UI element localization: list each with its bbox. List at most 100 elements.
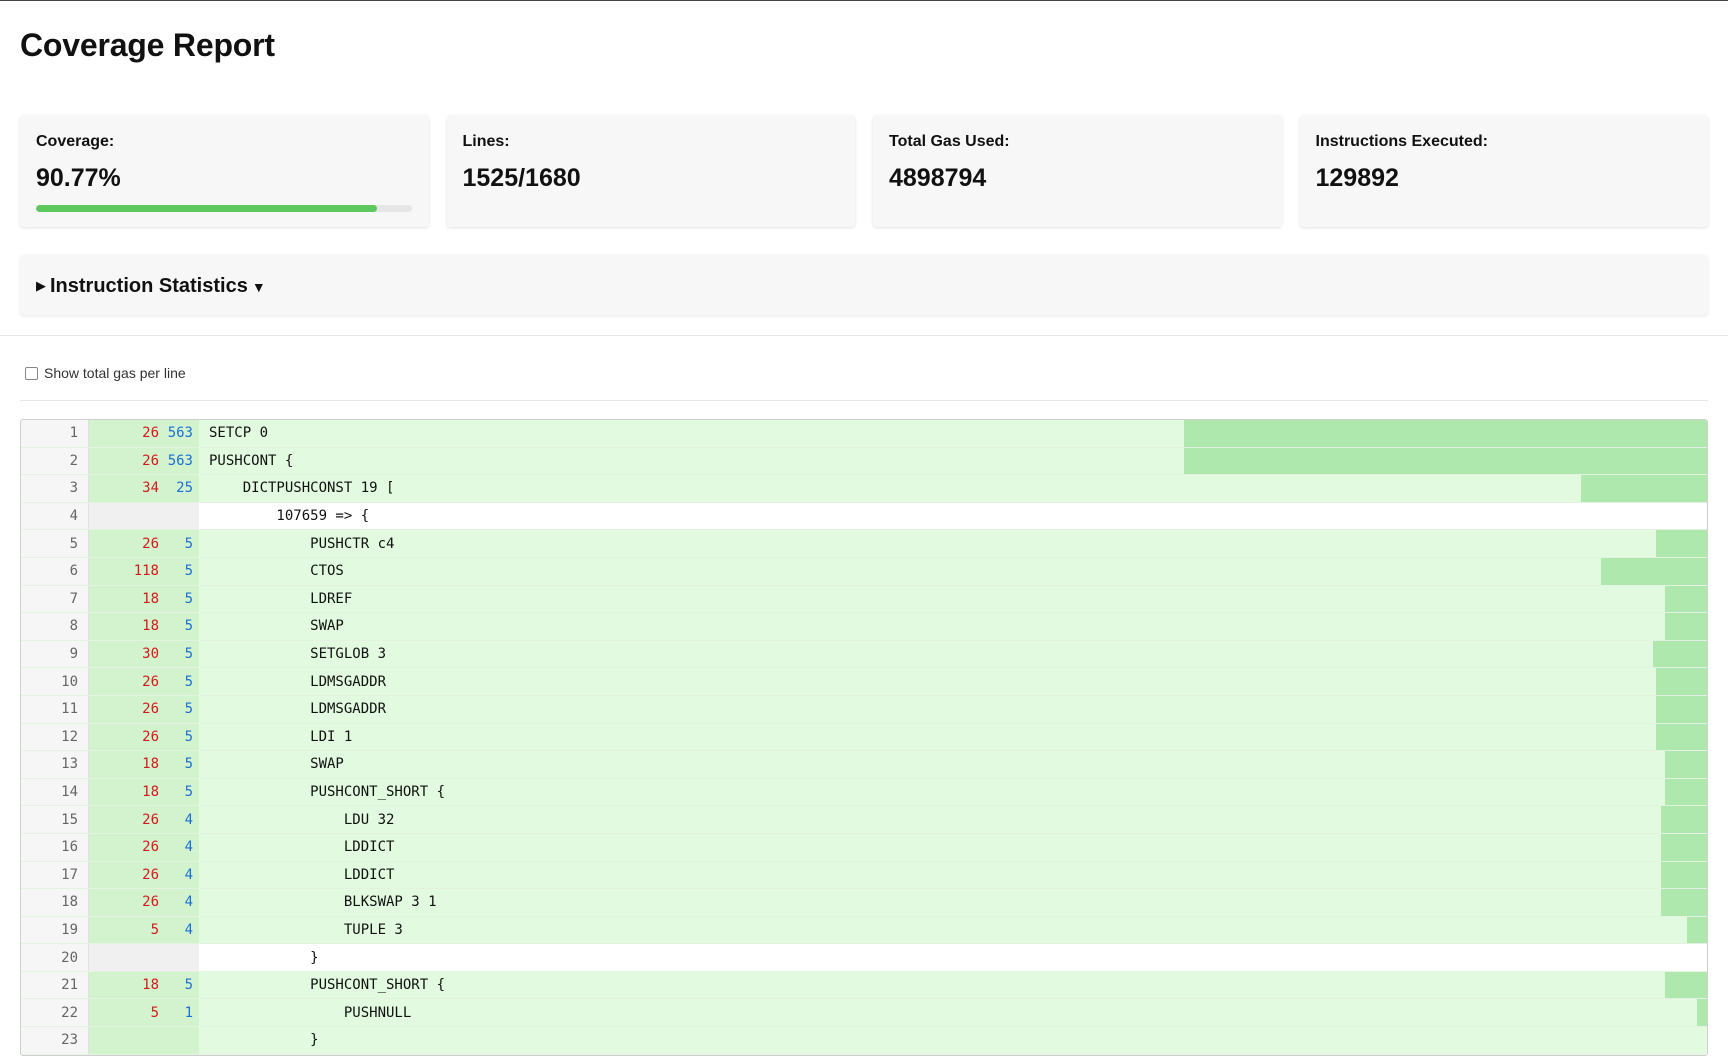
instructions-label: Instructions Executed: xyxy=(1315,133,1488,150)
lines-label: Lines: xyxy=(462,133,510,150)
coverage-progress-bar xyxy=(36,205,412,212)
code-line-row: 21 18 5 PUSHCONT_SHORT { xyxy=(21,971,1707,1000)
line-source: LDREF xyxy=(209,590,353,607)
line-gas: 26 xyxy=(142,728,159,745)
line-metrics: 26 4 xyxy=(89,861,199,889)
line-source: } xyxy=(209,1032,319,1049)
line-number: 4 xyxy=(21,502,89,530)
line-number: 13 xyxy=(21,751,89,778)
code-line-row: 1 26 563 SETCP 0 xyxy=(21,420,1707,448)
line-number: 22 xyxy=(21,999,89,1027)
line-hits: 5 xyxy=(184,977,193,994)
line-source: } xyxy=(209,949,319,966)
line-gas: 26 xyxy=(142,866,159,883)
code-line-row: 15 26 4 LDU 32 xyxy=(21,806,1707,834)
line-number: 5 xyxy=(21,530,89,557)
line-hits: 4 xyxy=(184,839,193,856)
line-metrics: 51 xyxy=(89,999,199,1027)
line-source: PUSHCONT_SHORT { xyxy=(209,977,446,994)
line-number: 12 xyxy=(21,723,89,751)
line-number: 3 xyxy=(21,475,89,502)
code-line-row: 10 26 5 LDMSGADDR xyxy=(21,668,1707,696)
line-gas: 18 xyxy=(142,977,159,994)
line-source: LDMSGADDR xyxy=(209,673,387,690)
line-hits: 5 xyxy=(184,701,193,718)
line-number: 20 xyxy=(21,944,89,971)
line-hits: 4 xyxy=(184,921,193,938)
line-hits: 5 xyxy=(184,618,193,635)
line-gas: 34 xyxy=(142,480,159,497)
line-number: 2 xyxy=(21,447,89,475)
line-hits: 25 xyxy=(176,480,193,497)
line-hits: 563 xyxy=(167,452,193,469)
line-source: 107659 => { xyxy=(209,508,370,525)
show-total-gas-checkbox[interactable] xyxy=(25,366,38,380)
line-metrics: 26 4 xyxy=(89,889,199,916)
page-title: Coverage Report xyxy=(20,27,275,63)
line-metrics: 26 5 xyxy=(89,668,199,695)
line-source: LDDICT xyxy=(209,839,395,856)
lines-card: Lines: 1525/1680 xyxy=(446,115,855,227)
code-line-row: 4 107659 => { xyxy=(21,502,1707,531)
line-hits: 5 xyxy=(184,646,193,663)
line-number: 10 xyxy=(21,668,89,695)
line-number: 16 xyxy=(21,833,89,861)
caret-down-icon: ▼ xyxy=(251,279,266,295)
code-listing: 1 26 563 SETCP 0 2 26 563 PUSHCONT {3 34 25 DICTP… xyxy=(20,419,1708,1056)
line-hits: 5 xyxy=(184,756,193,773)
line-metrics: 18 5 xyxy=(89,585,199,613)
gas-value: 4898794 xyxy=(889,164,987,192)
line-gas: 18 xyxy=(142,784,159,801)
show-total-gas-option[interactable]: Show total gas per line xyxy=(20,362,1708,384)
line-source: PUSHCONT { xyxy=(209,452,294,469)
line-source: SETGLOB 3 xyxy=(209,646,387,663)
line-source: BLKSWAP 3 1 xyxy=(209,894,437,911)
line-metrics: 26 4 xyxy=(89,833,199,861)
line-number: 14 xyxy=(21,778,89,806)
line-number: 11 xyxy=(21,695,89,723)
coverage-card: Coverage: 90.77% xyxy=(20,115,429,227)
line-number: 17 xyxy=(21,861,89,889)
instructions-value: 129892 xyxy=(1315,164,1399,192)
line-source: LDDICT xyxy=(209,866,395,883)
stats-cards: Coverage: 90.77% Lines: 1525/1680 Total … xyxy=(20,115,1708,227)
line-hits: 5 xyxy=(184,673,193,690)
line-number: 15 xyxy=(21,806,89,833)
code-line-row: 9 30 5 SETGLOB 3 xyxy=(21,640,1707,669)
line-gas: 5 xyxy=(150,921,159,938)
code-line-row: 23 } xyxy=(21,1027,1707,1055)
instruction-statistics-toggle[interactable]: ▶ Instruction Statistics ▼ xyxy=(20,255,1708,315)
line-metrics: 18 5 xyxy=(89,971,199,999)
line-hits: 5 xyxy=(184,590,193,607)
line-metrics: 18 5 xyxy=(89,778,199,806)
line-source: SWAP xyxy=(209,756,344,773)
line-gas: 26 xyxy=(142,535,159,552)
line-source: DICTPUSHCONST 19 [ xyxy=(209,480,395,497)
line-source: LDU 32 xyxy=(209,811,395,828)
gas-card: Total Gas Used: 4898794 xyxy=(873,115,1282,227)
line-gas: 5 xyxy=(150,1004,159,1021)
code-line-row: 16 26 4 LDDICT xyxy=(21,833,1707,862)
line-source: LDI 1 xyxy=(209,728,353,745)
code-line-row: 14 18 5 PUSHCONT_SHORT { xyxy=(21,778,1707,807)
line-hits: 563 xyxy=(167,425,193,442)
code-line-row: 8 18 5 SWAP xyxy=(21,613,1707,641)
line-hits: 5 xyxy=(184,535,193,552)
code-line-row: 18 26 4 BLKSWAP 3 1 xyxy=(21,889,1707,917)
line-hits: 1 xyxy=(184,1004,193,1021)
divider xyxy=(0,335,1728,336)
line-hits: 4 xyxy=(184,811,193,828)
line-metrics: 26 5 xyxy=(89,530,199,557)
line-hits: 4 xyxy=(184,894,193,911)
line-hits: 5 xyxy=(184,563,193,580)
line-source: SETCP 0 xyxy=(209,425,269,442)
line-number: 9 xyxy=(21,640,89,668)
line-number: 6 xyxy=(21,557,89,585)
show-total-gas-label: Show total gas per line xyxy=(44,365,186,381)
line-gas: 26 xyxy=(142,425,159,442)
line-gas: 18 xyxy=(142,756,159,773)
line-source: PUSHCTR c4 xyxy=(209,535,395,552)
line-source: SWAP xyxy=(209,618,344,635)
line-metrics: 34 25 xyxy=(89,475,199,502)
line-metrics xyxy=(89,1027,199,1054)
